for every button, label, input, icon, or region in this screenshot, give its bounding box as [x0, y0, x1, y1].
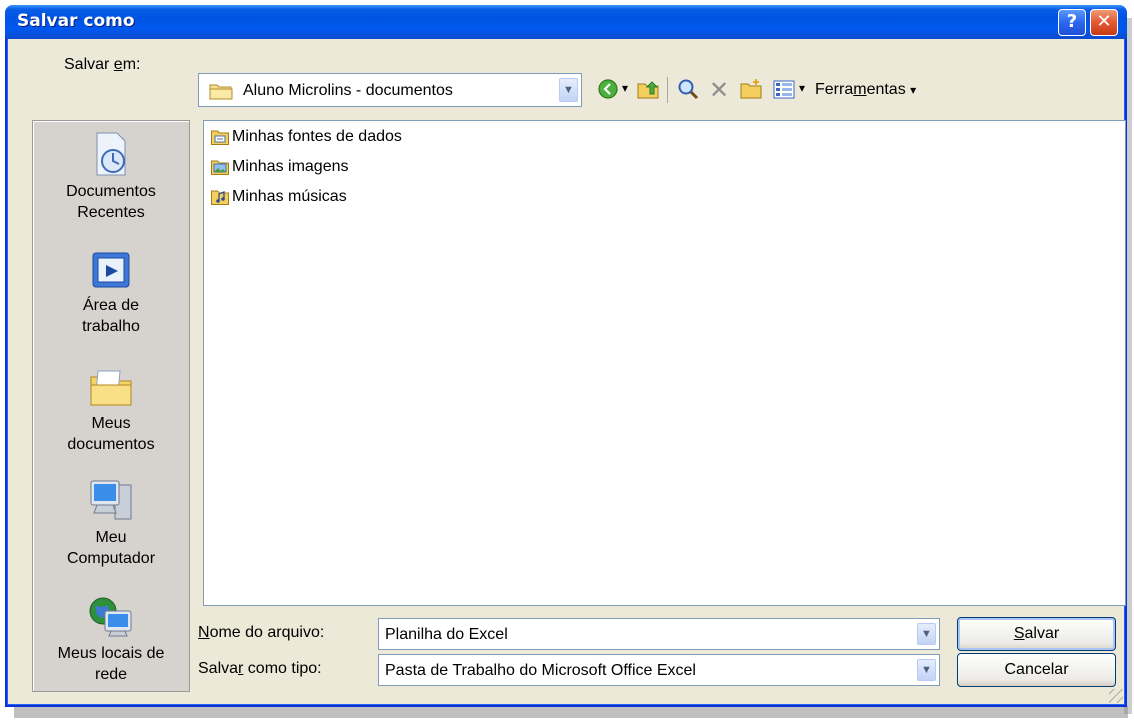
place-my-computer-label: Meu Computador — [66, 529, 156, 567]
file-name: Minhas fontes de dados — [232, 128, 402, 145]
search-web-icon[interactable] — [677, 78, 699, 100]
file-name: Minhas músicas — [232, 188, 347, 205]
tools-dropdown-icon: ▾ — [910, 83, 917, 97]
back-icon[interactable] — [597, 78, 619, 100]
pictures-folder-icon — [211, 160, 229, 175]
folder-icon — [209, 84, 233, 100]
up-folder-icon[interactable] — [637, 78, 659, 100]
place-my-documents-label: Meus documentos — [67, 415, 155, 453]
place-my-computer[interactable]: Meu Computador — [33, 477, 189, 569]
file-name-field[interactable]: Planilha do Excel ▼ — [378, 618, 940, 650]
save-in-label: Salvar em: — [64, 56, 141, 73]
place-my-network-label: Meus locais de rede — [57, 645, 165, 683]
place-desktop[interactable]: Área de trabalho — [33, 249, 189, 337]
views-icon[interactable] — [773, 79, 795, 101]
chevron-down-icon[interactable]: ▼ — [917, 623, 936, 645]
close-button[interactable]: ✕ — [1090, 9, 1118, 36]
places-bar: Documentos Recentes Área de trabalho Meus d… — [32, 120, 190, 692]
new-folder-icon[interactable] — [740, 78, 762, 100]
cancel-button[interactable]: Cancelar — [957, 653, 1116, 687]
file-type-field[interactable]: Pasta de Trabalho do Microsoft Office Ex… — [378, 654, 940, 686]
tools-menu[interactable]: Ferramentas ▾ — [815, 81, 916, 99]
delete-icon[interactable]: ✕ — [709, 76, 729, 105]
chevron-down-icon[interactable]: ▼ — [917, 659, 936, 681]
save-as-dialog: Salvar como ? ✕ Salvar em: Aluno Microli… — [5, 5, 1127, 707]
file-type-value: Pasta de Trabalho do Microsoft Office Ex… — [385, 662, 696, 679]
place-desktop-label: Área de trabalho — [82, 297, 140, 335]
title-bar[interactable]: Salvar como ? ✕ — [5, 5, 1127, 39]
window-title: Salvar como — [17, 11, 135, 31]
chevron-down-icon[interactable]: ▼ — [559, 78, 578, 102]
resize-grip[interactable] — [1109, 689, 1123, 703]
my-documents-icon — [90, 370, 132, 406]
music-folder-icon — [211, 190, 229, 205]
save-in-value: Aluno Microlins - documentos — [243, 82, 453, 99]
recent-documents-icon — [96, 132, 126, 176]
my-computer-icon — [90, 480, 132, 520]
place-recent-label: Documentos Recentes — [66, 183, 156, 221]
file-name-value: Planilha do Excel — [385, 626, 508, 643]
place-recent-documents[interactable]: Documentos Recentes — [33, 131, 189, 223]
data-sources-folder-icon — [211, 130, 229, 145]
file-name: Minhas imagens — [232, 158, 349, 175]
my-network-places-icon — [89, 597, 132, 637]
toolbar-separator — [667, 77, 668, 103]
help-button[interactable]: ? — [1058, 9, 1086, 36]
back-dropdown-icon[interactable]: ▾ — [622, 81, 628, 95]
window-shadow-bottom — [14, 706, 1128, 718]
views-dropdown-icon[interactable]: ▾ — [799, 81, 805, 95]
file-name-label: Nome do arquivo: — [198, 624, 325, 641]
place-my-documents[interactable]: Meus documentos — [33, 367, 189, 455]
file-list[interactable]: Minhas fontes de dados Minhas imagens Mi… — [203, 120, 1126, 606]
save-button[interactable]: Salvar — [957, 617, 1116, 651]
save-in-combo[interactable]: Aluno Microlins - documentos ▼ — [198, 73, 582, 107]
desktop-icon — [92, 252, 130, 288]
file-type-label: Salvar como tipo: — [198, 660, 322, 677]
place-my-network[interactable]: Meus locais de rede — [33, 595, 189, 685]
